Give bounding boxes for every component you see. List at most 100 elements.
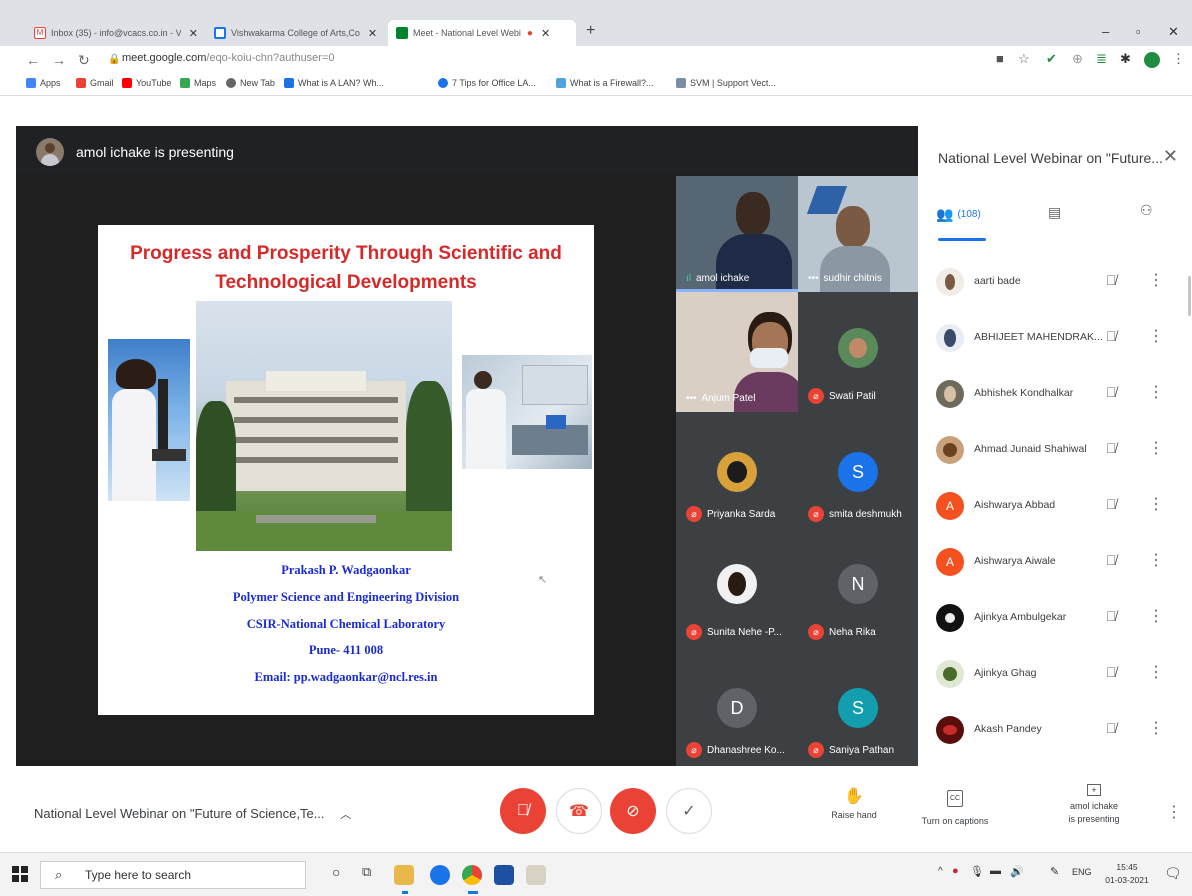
tab-people[interactable]: 👥 (108) <box>936 206 981 223</box>
more-options-icon[interactable]: ⋮ <box>1148 382 1164 402</box>
tab-meet[interactable]: Meet - National Level Webi ● ✕ <box>388 20 576 46</box>
camera-icon[interactable]: ■ <box>996 51 1004 66</box>
file-explorer-icon[interactable] <box>394 865 414 885</box>
participant-tile[interactable]: ⌀ Priyanka Sarda <box>676 412 798 530</box>
more-options-icon[interactable]: ⋮ <box>1148 718 1164 738</box>
participant-row[interactable]: Ahmad Junaid Shahiwal 🎙̸ ⋮ <box>918 424 1192 480</box>
slide-author: Prakash P. Wadgaonkar <box>281 563 411 577</box>
store-icon[interactable] <box>494 865 514 885</box>
more-options-icon[interactable]: ⋮ <box>1166 802 1182 822</box>
forward-icon[interactable]: → <box>52 52 66 68</box>
more-options-icon[interactable]: ⋮ <box>1148 326 1164 346</box>
notification-icon[interactable]: 🗨 <box>1164 865 1182 882</box>
tile-label: Anjum Patel <box>701 393 756 404</box>
window-close-icon[interactable]: ✕ <box>1168 24 1179 40</box>
chevron-up-icon[interactable]: ︿ <box>340 809 351 821</box>
bookmark-svm[interactable]: SVM | Support Vect... <box>676 78 776 88</box>
more-options-icon[interactable]: ⋮ <box>1148 662 1164 682</box>
participant-row[interactable]: Ajinkya Ambulgekar 🎙̸ ⋮ <box>918 592 1192 648</box>
close-icon[interactable]: ✕ <box>189 27 198 40</box>
paint-icon[interactable] <box>526 865 546 885</box>
network-icon[interactable]: ▬ <box>990 865 1001 877</box>
present-now-button[interactable]: + amol ichake is presenting <box>1046 784 1142 826</box>
participant-row[interactable]: Ajinkya Ghag 🎙̸ ⋮ <box>918 648 1192 704</box>
participant-tile[interactable]: ••• sudhir chitnis <box>798 176 918 292</box>
mic-off-icon: ⌀ <box>686 624 702 640</box>
grammarly-button[interactable]: ✓ <box>666 788 712 834</box>
chrome-icon[interactable] <box>462 865 482 885</box>
panel-scrollbar[interactable] <box>1188 276 1191 316</box>
participant-tile[interactable]: D ⌀ Dhanashree Ko... <box>676 648 798 766</box>
close-icon[interactable]: ✕ <box>541 27 550 40</box>
sheets-extension-icon[interactable]: ≣ <box>1096 51 1107 67</box>
tab-vishwakarma[interactable]: Vishwakarma College of Arts,Co ✕ <box>206 20 386 46</box>
captions-button[interactable]: CC Turn on captions <box>910 790 1000 828</box>
leave-call-button[interactable]: ☎ <box>556 788 602 834</box>
more-options-icon[interactable]: ⋮ <box>1148 494 1164 514</box>
url-field[interactable]: meet.google.com/eqo-koiu-chn?authuser=0 <box>122 52 335 64</box>
participant-row[interactable]: A Aishwarya Abbad 🎙̸ ⋮ <box>918 480 1192 536</box>
bookmark-apps[interactable]: Apps <box>26 78 61 88</box>
profile-avatar[interactable] <box>1144 52 1160 68</box>
avatar <box>838 328 878 368</box>
participant-tile[interactable]: ⌀ Sunita Nehe -P... <box>676 530 798 648</box>
bookmark-firewall[interactable]: What is a Firewall?... <box>556 78 654 88</box>
participant-tile[interactable]: ıl amol ichake <box>676 176 798 292</box>
task-view-icon[interactable]: ⧉ <box>362 864 371 880</box>
close-icon[interactable]: ✕ <box>368 27 377 40</box>
new-tab-button[interactable]: + <box>586 22 595 40</box>
pen-icon[interactable]: ✎ <box>1050 865 1059 878</box>
minimize-icon[interactable]: – <box>1102 24 1109 39</box>
microphone-tray-icon[interactable]: 🎙 <box>970 865 984 878</box>
chat-icon[interactable]: ▤ <box>1048 204 1061 221</box>
extension-icon[interactable]: ⊕ <box>1072 51 1083 67</box>
participant-row[interactable]: Abhishek Kondhalkar 🎙̸ ⋮ <box>918 368 1192 424</box>
camera-toggle-button[interactable]: ⊘ <box>610 788 656 834</box>
bookmark-maps[interactable]: Maps <box>180 78 216 88</box>
puzzle-icon[interactable]: ✱ <box>1120 51 1131 67</box>
participant-tile[interactable]: ⌀ Swati Patil <box>798 292 918 412</box>
bookmark-youtube[interactable]: YouTube <box>122 78 171 88</box>
antivirus-icon[interactable]: ● <box>952 865 959 877</box>
star-icon[interactable]: ☆ <box>1018 51 1030 67</box>
participant-tile[interactable]: S ⌀ smita deshmukh <box>798 412 918 530</box>
meeting-details[interactable]: National Level Webinar on "Future of Sci… <box>34 806 351 822</box>
raise-hand-button[interactable]: ✋ Raise hand <box>818 789 890 822</box>
menu-icon[interactable]: ⋮ <box>1172 51 1185 67</box>
participant-row[interactable]: Akash Pandey 🎙̸ ⋮ <box>918 704 1192 760</box>
avatar <box>936 604 964 632</box>
activities-icon[interactable]: ⚇ <box>1140 202 1153 219</box>
cortana-icon[interactable]: ○ <box>332 864 340 880</box>
more-options-icon[interactable]: ⋮ <box>1148 438 1164 458</box>
captions-label: Turn on captions <box>921 816 989 826</box>
windows-start-icon[interactable] <box>12 866 28 882</box>
participant-row[interactable]: ABHIJEET MAHENDRAK... 🎙̸ ⋮ <box>918 312 1192 368</box>
more-options-icon[interactable]: ⋮ <box>1148 270 1164 290</box>
volume-icon[interactable]: 🔊 <box>1010 865 1024 878</box>
participant-name: Ajinkya Ghag <box>974 667 1037 679</box>
bookmark-office-tips[interactable]: 7 Tips for Office LA... <box>438 78 536 88</box>
more-options-icon[interactable]: ⋮ <box>1148 550 1164 570</box>
participant-row[interactable]: A Aishwarya Aiwale 🎙̸ ⋮ <box>918 536 1192 592</box>
present-icon: + <box>1087 784 1101 796</box>
bookmark-gmail[interactable]: Gmail <box>76 78 114 88</box>
close-icon[interactable]: ✕ <box>1163 146 1178 167</box>
clock[interactable]: 15:45 01-03-2021 <box>1102 861 1152 887</box>
participant-tile[interactable]: N ⌀ Neha Rika <box>798 530 918 648</box>
back-icon[interactable]: ← <box>26 52 40 68</box>
participant-tile[interactable]: S ⌀ Saniya Pathan <box>798 648 918 766</box>
participant-tile[interactable]: ••• Anjum Patel <box>676 292 798 412</box>
tab-inbox[interactable]: M Inbox (35) - info@vcacs.co.in - V ✕ <box>26 20 206 46</box>
taskbar-search-input[interactable]: ⌕ Type here to search <box>40 861 306 889</box>
microphone-toggle-button[interactable]: 🎙̸ <box>500 788 546 834</box>
maximize-icon[interactable]: ▫ <box>1136 24 1141 39</box>
edge-icon[interactable] <box>430 865 450 885</box>
bookmark-lan[interactable]: What is A LAN? Wh... <box>284 78 384 88</box>
language-indicator[interactable]: ENG <box>1072 867 1092 877</box>
participant-row[interactable]: aarti bade 🎙̸ ⋮ <box>918 256 1192 312</box>
reload-icon[interactable]: ↻ <box>78 52 90 69</box>
more-options-icon[interactable]: ⋮ <box>1148 606 1164 626</box>
bookmark-new-tab[interactable]: New Tab <box>226 78 275 88</box>
checkmark-extension-icon[interactable]: ✔ <box>1046 51 1057 67</box>
show-hidden-icons-icon[interactable]: ^ <box>938 866 943 877</box>
